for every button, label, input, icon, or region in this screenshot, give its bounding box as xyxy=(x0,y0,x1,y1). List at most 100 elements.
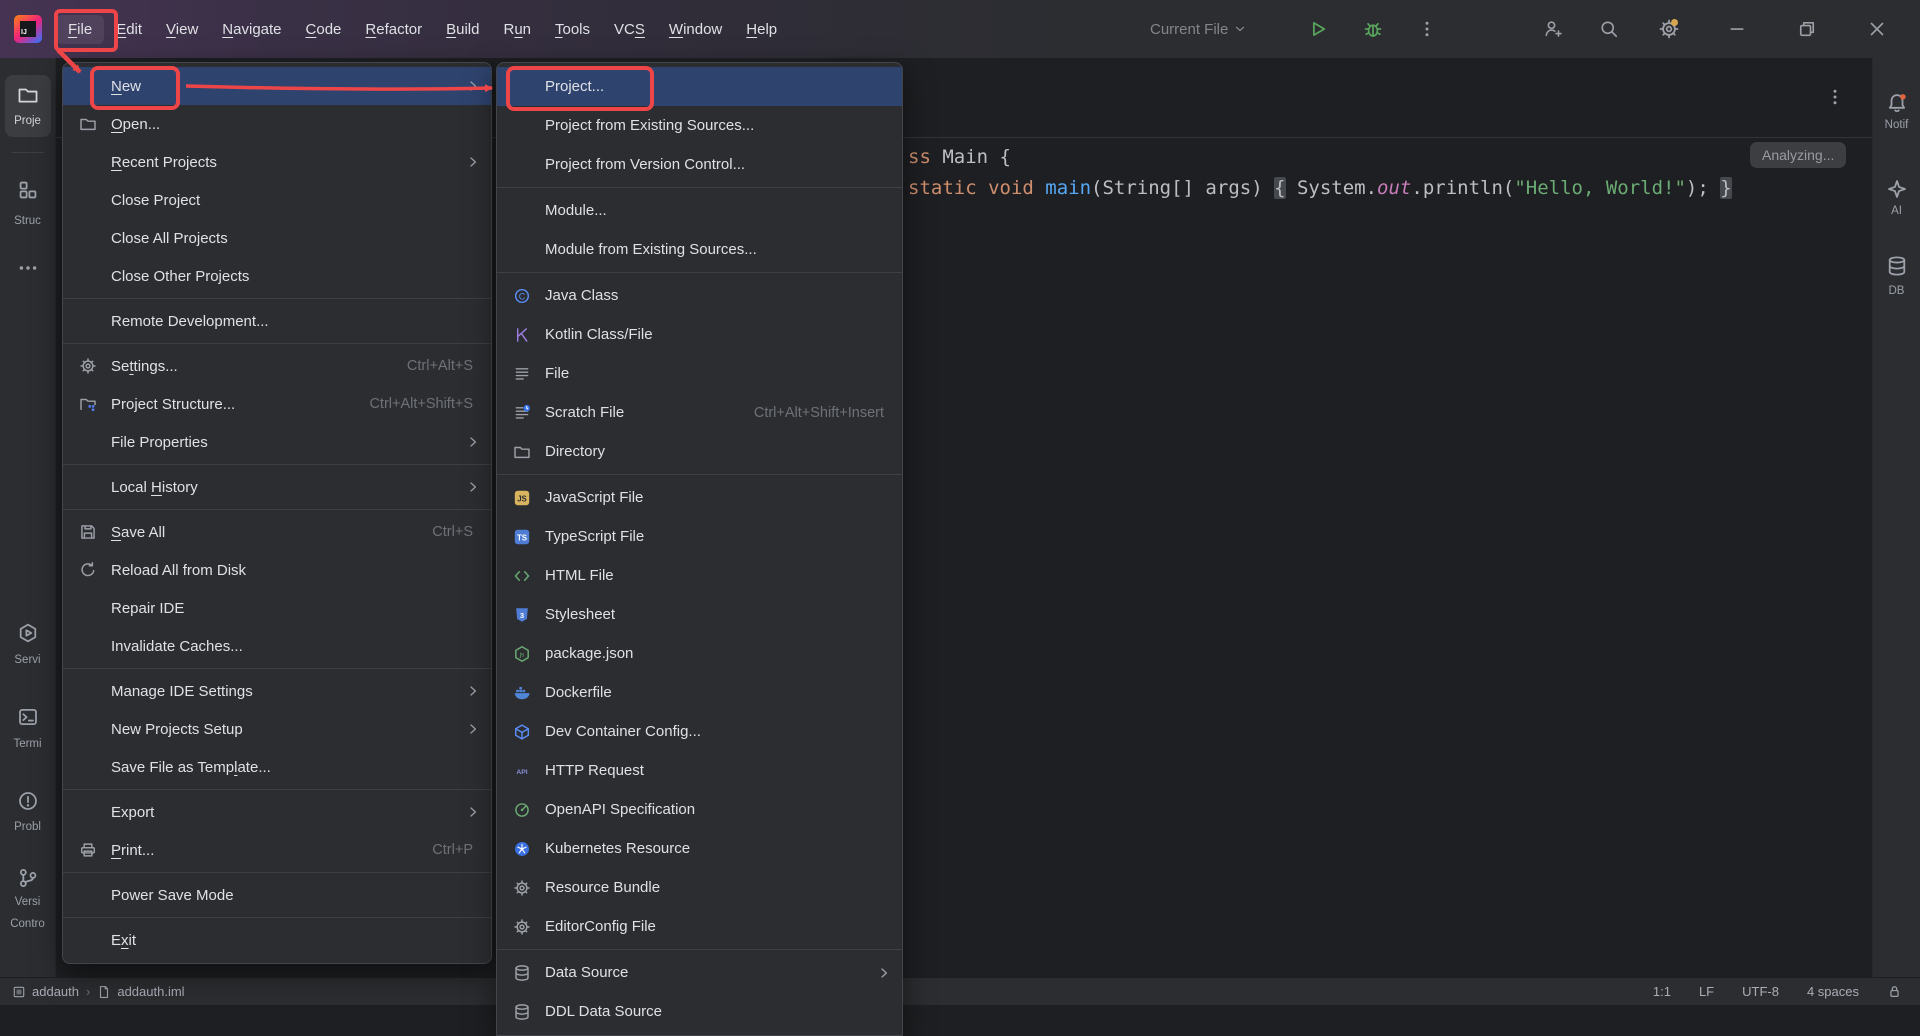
menubar-item-edit[interactable]: Edit xyxy=(104,15,154,44)
code-content: ss Main {static void main(String[] args)… xyxy=(908,142,1732,204)
editor-options-kebab-icon[interactable] xyxy=(1820,82,1850,112)
file-menu-item-close-all-projects[interactable]: Close All Projects xyxy=(63,219,491,257)
tool-strip-structure[interactable] xyxy=(0,179,55,201)
file-menu-item-save-file-as-template[interactable]: Save File as Template... xyxy=(63,748,491,786)
menubar-item-window[interactable]: Window xyxy=(657,15,734,44)
file-menu-item-manage-ide-settings[interactable]: Manage IDE Settings xyxy=(63,672,491,710)
file-menu-item-export[interactable]: Export xyxy=(63,793,491,831)
tool-strip-more-tool-windows[interactable] xyxy=(0,257,55,279)
new-submenu-popup: Project...Project from Existing Sources.… xyxy=(496,62,903,1036)
tool-strip-services[interactable] xyxy=(0,622,55,644)
more-actions-button[interactable] xyxy=(1412,14,1442,44)
menubar-item-vcs[interactable]: VCS xyxy=(602,15,657,44)
new-menu-item-openapi-specification[interactable]: OpenAPI Specification xyxy=(497,790,902,829)
status-widget-1-1[interactable]: 1:1 xyxy=(1653,984,1671,999)
run-configuration-selector[interactable]: Current File xyxy=(1150,14,1248,44)
menubar-item-code[interactable]: Code xyxy=(294,15,354,44)
close-button[interactable] xyxy=(1862,14,1892,44)
run-button[interactable] xyxy=(1303,14,1333,44)
file-menu-item-settings[interactable]: Settings...Ctrl+Alt+S xyxy=(63,347,491,385)
html-icon xyxy=(513,567,531,585)
code-with-me-button[interactable] xyxy=(1538,14,1568,44)
structure-icon xyxy=(17,179,39,201)
new-menu-item-module[interactable]: Module... xyxy=(497,191,902,230)
new-menu-item-resource-bundle[interactable]: Resource Bundle xyxy=(497,868,902,907)
settings-badge xyxy=(1671,19,1678,26)
settings-button[interactable] xyxy=(1654,14,1684,44)
file-menu-item-reload-all-from-disk[interactable]: Reload All from Disk xyxy=(63,551,491,589)
menu-separator xyxy=(497,187,902,188)
file-menu-item-exit[interactable]: Exit xyxy=(63,921,491,959)
file-menu-item-new-projects-setup[interactable]: New Projects Setup xyxy=(63,710,491,748)
minimize-button[interactable] xyxy=(1722,14,1752,44)
file-menu-item-print[interactable]: Print...Ctrl+P xyxy=(63,831,491,869)
menubar-item-refactor[interactable]: Refactor xyxy=(353,15,434,44)
menubar-item-view[interactable]: View xyxy=(154,15,210,44)
new-menu-item-dockerfile[interactable]: Dockerfile xyxy=(497,673,902,712)
new-menu-item-javascript-file[interactable]: JSJavaScript File xyxy=(497,478,902,517)
menubar-item-navigate[interactable]: Navigate xyxy=(210,15,293,44)
chevron-right-icon xyxy=(465,479,481,495)
file-menu-item-local-history[interactable]: Local History xyxy=(63,468,491,506)
file-menu-item-project-structure[interactable]: Project Structure...Ctrl+Alt+Shift+S xyxy=(63,385,491,423)
chevron-right-icon xyxy=(465,434,481,450)
status-widget-4-spaces[interactable]: 4 spaces xyxy=(1807,984,1859,999)
menubar-item-file[interactable]: File xyxy=(56,15,104,44)
new-menu-item-editorconfig-file[interactable]: EditorConfig File xyxy=(497,907,902,946)
new-menu-item-project-from-existing-sources[interactable]: Project from Existing Sources... xyxy=(497,106,902,145)
title-bar: IJ FileEditViewNavigateCodeRefactorBuild… xyxy=(0,0,1920,58)
new-menu-item-directory[interactable]: Directory xyxy=(497,432,902,471)
chevron-right-icon xyxy=(876,965,892,981)
file-menu-item-open[interactable]: Open... xyxy=(63,105,491,143)
file-menu-item-save-all[interactable]: Save AllCtrl+S xyxy=(63,513,491,551)
new-menu-item-java-class[interactable]: CJava Class xyxy=(497,276,902,315)
tool-strip-notifications[interactable] xyxy=(1873,92,1920,114)
menu-separator xyxy=(63,789,491,790)
menubar-item-run[interactable]: Run xyxy=(491,15,543,44)
new-menu-item-typescript-file[interactable]: TSTypeScript File xyxy=(497,517,902,556)
new-menu-item-http-request[interactable]: APIHTTP Request xyxy=(497,751,902,790)
search-everywhere-button[interactable] xyxy=(1594,14,1624,44)
file-menu-item-close-other-projects[interactable]: Close Other Projects xyxy=(63,257,491,295)
tool-strip-terminal[interactable] xyxy=(0,706,55,728)
file-menu-item-close-project[interactable]: Close Project xyxy=(63,181,491,219)
new-menu-item-html-file[interactable]: HTML File xyxy=(497,556,902,595)
tool-strip-project[interactable] xyxy=(0,84,55,106)
new-menu-item-data-source[interactable]: Data Source xyxy=(497,953,902,992)
new-menu-item-file[interactable]: File xyxy=(497,354,902,393)
new-menu-item-package-json[interactable]: jspackage.json xyxy=(497,634,902,673)
new-menu-item-kotlin-class-file[interactable]: Kotlin Class/File xyxy=(497,315,902,354)
file-menu-item-repair-ide[interactable]: Repair IDE xyxy=(63,589,491,627)
menu-shortcut: Ctrl+Alt+S xyxy=(407,358,481,374)
new-menu-item-module-from-existing-sources[interactable]: Module from Existing Sources... xyxy=(497,230,902,269)
file-menu-item-remote-development[interactable]: Remote Development... xyxy=(63,302,491,340)
breadcrumb-addauth-iml[interactable]: addauth.iml xyxy=(97,984,184,999)
status-widget-utf-8[interactable]: UTF-8 xyxy=(1742,984,1779,999)
new-menu-item-ddl-data-source[interactable]: DDL Data Source xyxy=(497,992,902,1031)
breadcrumb-addauth[interactable]: addauth xyxy=(12,984,79,999)
file-menu-item-invalidate-caches[interactable]: Invalidate Caches... xyxy=(63,627,491,665)
new-menu-item-project[interactable]: Project... xyxy=(497,67,902,106)
new-menu-item-kubernetes-resource[interactable]: Kubernetes Resource xyxy=(497,829,902,868)
file-menu-item-new[interactable]: New xyxy=(63,67,491,105)
tool-strip-version-control[interactable] xyxy=(0,867,55,889)
inspections-widget[interactable]: Analyzing... xyxy=(1750,142,1846,168)
menubar-item-help[interactable]: Help xyxy=(734,15,789,44)
status-widget-lf[interactable]: LF xyxy=(1699,984,1714,999)
file-menu-item-power-save-mode[interactable]: Power Save Mode xyxy=(63,876,491,914)
menu-shortcut: Ctrl+P xyxy=(432,842,481,858)
status-lock-widget[interactable] xyxy=(1887,984,1902,999)
file-menu-item-recent-projects[interactable]: Recent Projects xyxy=(63,143,491,181)
tool-strip-ai-assistant[interactable] xyxy=(1873,178,1920,200)
tool-strip-database[interactable] xyxy=(1873,255,1920,277)
new-menu-item-stylesheet[interactable]: 3Stylesheet xyxy=(497,595,902,634)
new-menu-item-dev-container-config[interactable]: Dev Container Config... xyxy=(497,712,902,751)
new-menu-item-project-from-version-control[interactable]: Project from Version Control... xyxy=(497,145,902,184)
new-menu-item-scratch-file[interactable]: Scratch FileCtrl+Alt+Shift+Insert xyxy=(497,393,902,432)
restore-button[interactable] xyxy=(1792,14,1822,44)
tool-strip-problems[interactable] xyxy=(0,790,55,812)
menubar-item-build[interactable]: Build xyxy=(434,15,491,44)
file-menu-item-file-properties[interactable]: File Properties xyxy=(63,423,491,461)
debug-button[interactable] xyxy=(1358,14,1388,44)
menubar-item-tools[interactable]: Tools xyxy=(543,15,602,44)
